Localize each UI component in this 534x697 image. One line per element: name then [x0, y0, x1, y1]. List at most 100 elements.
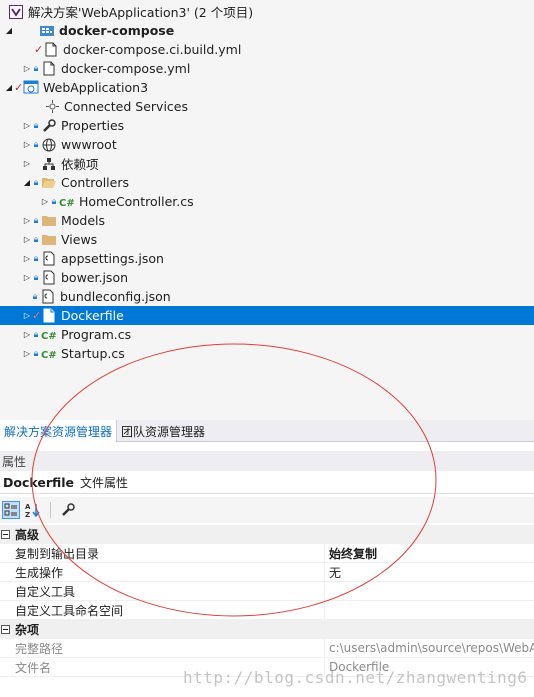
object-name: Dockerfile	[3, 475, 75, 490]
tree-item-label: 解决方案'WebApplication3' (2 个项目)	[28, 5, 254, 20]
open-folder-icon	[41, 175, 57, 191]
file-icon	[43, 42, 59, 58]
collapsed-arrow-icon[interactable]: ▷	[22, 116, 32, 135]
tree-item-label: bower.json	[61, 270, 129, 285]
categorized-icon	[4, 503, 17, 516]
lock-icon: 🔒︎	[33, 215, 39, 226]
tree-item-label: bundleconfig.json	[60, 289, 171, 304]
svg-text:A: A	[25, 503, 31, 511]
collapsed-arrow-icon[interactable]: ▷	[40, 192, 50, 211]
tree-item-views[interactable]: ▷ 🔒︎ Views	[0, 230, 534, 249]
object-selector[interactable]: Dockerfile 文件属性	[0, 472, 534, 494]
property-value[interactable]: c:\users\admin\source\repos\WebA	[325, 639, 534, 657]
property-name: 完整路径	[0, 639, 325, 657]
collapse-icon[interactable]	[1, 530, 10, 539]
tree-item-startup[interactable]: ▷ 🔒︎ C# Startup.cs	[0, 344, 534, 363]
property-custom-tool-namespace[interactable]: 自定义工具命名空间	[0, 601, 534, 620]
property-pages-button[interactable]	[59, 501, 77, 519]
expanded-arrow-icon[interactable]: ◢	[4, 78, 14, 97]
tree-item-label: WebApplication3	[43, 80, 149, 95]
property-name: 自定义工具命名空间	[0, 601, 325, 619]
lock-icon: 🔒︎	[33, 177, 39, 188]
tree-item-wwwroot[interactable]: ▷ 🔒︎ wwwroot	[0, 135, 534, 154]
json-file-icon	[40, 289, 56, 305]
tree-item-models[interactable]: ▷ 🔒︎ Models	[0, 211, 534, 230]
toolbar-separator	[50, 502, 51, 518]
tree-item-docker-compose-ci-build[interactable]: ✓ docker-compose.ci.build.yml	[0, 40, 534, 59]
alphabetical-view-button[interactable]: AZ	[24, 501, 42, 519]
tree-item-connected-services[interactable]: Connected Services	[0, 97, 534, 116]
object-type: 文件属性	[80, 476, 129, 490]
tree-item-label: docker-compose	[59, 23, 175, 38]
collapsed-arrow-icon[interactable]: ▷	[22, 268, 32, 287]
tree-item-webapplication3[interactable]: ◢ ✓ WebApplication3	[0, 78, 534, 97]
categorized-view-button[interactable]	[2, 501, 20, 519]
tree-item-label: Controllers	[61, 175, 129, 190]
category-label: 杂项	[15, 623, 40, 637]
properties-title-label: 属性	[2, 454, 27, 469]
property-value[interactable]	[325, 582, 534, 600]
lock-icon: 🔒︎	[33, 120, 39, 131]
property-custom-tool[interactable]: 自定义工具	[0, 582, 534, 601]
docker-project-icon	[39, 23, 55, 39]
tree-item-solution[interactable]: 解决方案'WebApplication3' (2 个项目)	[0, 2, 534, 21]
category-misc[interactable]: 杂项	[0, 620, 534, 639]
tab-team-explorer[interactable]: 团队资源管理器	[117, 420, 209, 442]
lock-icon: 🔒︎	[51, 196, 57, 207]
expanded-arrow-icon[interactable]: ◢	[4, 21, 14, 40]
tree-item-label: Connected Services	[64, 99, 188, 114]
properties-toolbar: AZ	[0, 497, 534, 523]
property-value[interactable]	[325, 601, 534, 619]
lock-icon: 🔒︎	[32, 291, 38, 302]
property-name: 复制到输出目录	[0, 544, 325, 562]
tree-item-label: docker-compose.yml	[61, 61, 191, 76]
tree-item-label: Startup.cs	[61, 346, 125, 361]
lock-icon: 🔒︎	[33, 272, 39, 283]
property-build-action[interactable]: 生成操作 无	[0, 563, 534, 582]
property-value[interactable]: 无	[325, 563, 534, 581]
tree-item-label: Models	[61, 213, 106, 228]
tree-item-docker-compose-yml[interactable]: ▷ 🔒︎ docker-compose.yml	[0, 59, 534, 78]
property-copy-to-output[interactable]: 复制到输出目录 始终复制	[0, 544, 534, 563]
collapse-icon[interactable]	[1, 625, 10, 634]
tree-item-label: wwwroot	[61, 137, 117, 152]
wrench-icon	[62, 503, 75, 516]
tool-window-tabs: 解决方案资源管理器 团队资源管理器	[0, 420, 534, 442]
category-advanced[interactable]: 高级	[0, 525, 534, 544]
tree-item-bundleconfig[interactable]: 🔒︎ bundleconfig.json	[0, 287, 534, 306]
property-name: 生成操作	[0, 563, 325, 581]
tree-item-homecontroller[interactable]: ▷ 🔒︎ C# HomeController.cs	[0, 192, 534, 211]
tree-item-label: Program.cs	[61, 327, 132, 342]
checkmark-icon: ✓	[14, 81, 24, 94]
collapsed-arrow-icon[interactable]: ▷	[22, 325, 32, 344]
property-full-path[interactable]: 完整路径 c:\users\admin\source\repos\WebA	[0, 639, 534, 658]
collapsed-arrow-icon[interactable]: ▷	[22, 230, 32, 249]
tree-item-dockerfile[interactable]: ▷ ✓ Dockerfile	[0, 306, 534, 325]
collapsed-arrow-icon[interactable]: ▷	[22, 135, 32, 154]
tree-item-properties[interactable]: ▷ 🔒︎ Properties	[0, 116, 534, 135]
tree-item-label: Views	[61, 232, 98, 247]
property-value[interactable]: 始终复制	[325, 544, 534, 562]
tree-item-label: Dockerfile	[61, 308, 124, 323]
lock-icon: 🔒︎	[33, 348, 39, 359]
tree-item-bower[interactable]: ▷ 🔒︎ bower.json	[0, 268, 534, 287]
tree-item-program[interactable]: ▷ 🔒︎ C# Program.cs	[0, 325, 534, 344]
file-icon	[41, 61, 57, 77]
collapsed-arrow-icon[interactable]: ▷	[22, 344, 32, 363]
collapsed-arrow-icon[interactable]: ▷	[22, 249, 32, 268]
checkmark-icon: ✓	[32, 309, 42, 322]
checkmark-icon: ✓	[34, 43, 44, 56]
tree-item-controllers[interactable]: ◢ 🔒︎ Controllers	[0, 173, 534, 192]
tab-solution-explorer[interactable]: 解决方案资源管理器	[0, 420, 118, 442]
tree-item-appsettings[interactable]: ▷ 🔒︎ appsettings.json	[0, 249, 534, 268]
expanded-arrow-icon[interactable]: ◢	[22, 173, 32, 192]
collapsed-arrow-icon[interactable]: ▷	[22, 154, 32, 173]
tree-item-docker-compose[interactable]: ◢ docker-compose	[0, 21, 534, 40]
dependencies-icon	[41, 156, 57, 172]
collapsed-arrow-icon[interactable]: ▷	[22, 59, 32, 78]
sort-alphabetical-icon: AZ	[25, 503, 40, 518]
lock-icon: 🔒︎	[33, 329, 39, 340]
collapsed-arrow-icon[interactable]: ▷	[22, 211, 32, 230]
tree-item-dependencies[interactable]: ▷ 依赖项	[0, 154, 534, 173]
collapsed-arrow-icon[interactable]: ▷	[22, 306, 32, 325]
